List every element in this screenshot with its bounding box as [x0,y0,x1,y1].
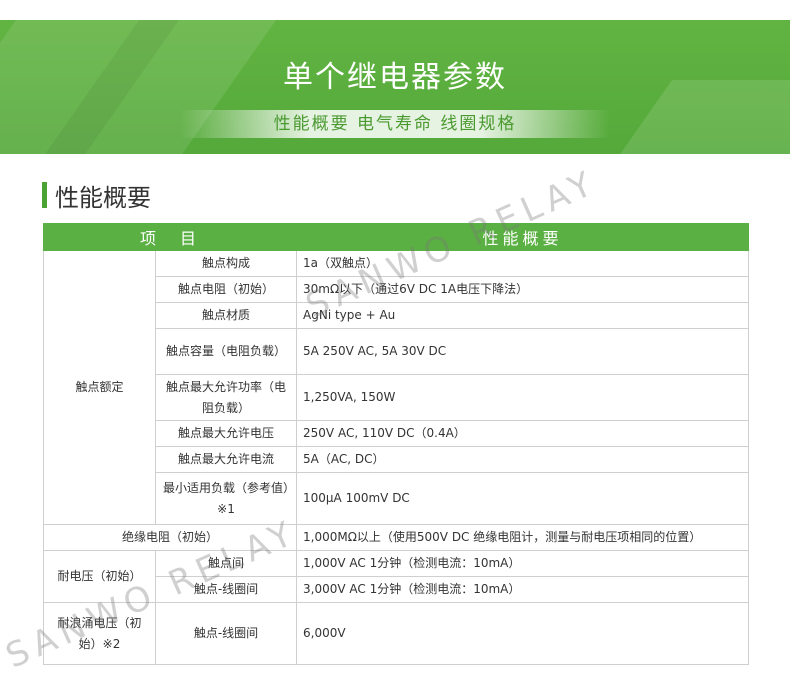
value-cell: 1,250VA, 150W [296,374,750,421]
header-banner: 单个继电器参数 性能概要 电气寿命 线圈规格 [0,20,790,154]
item-cell: 触点-线圈间 [154,576,298,603]
spec-table: 项 目 性能概要 触点额定 触点构成 1a（双触点） 触点电阻（初始） 30mΩ… [42,223,750,665]
table-row: 触点额定 触点构成 1a（双触点） [43,250,750,525]
item-cell: 触点-线圈间 [154,602,298,665]
item-cell: 触点最大允许电压 [154,420,298,447]
header-item: 项 目 [42,223,298,251]
value-cell: 5A 250V AC, 5A 30V DC [296,328,750,375]
value-cell: 1,000V AC 1分钟（检测电流：10mA） [296,550,750,577]
value-cell: 30mΩ以下（通过6V DC 1A电压下降法） [296,276,750,303]
item-cell: 触点容量（电阻负载） [154,328,298,375]
value-cell: AgNi type + Au [296,302,750,329]
table-row: 耐电压（初始） 触点间 1,000V AC 1分钟（检测电流：10mA） [43,550,750,603]
value-cell: 5A（AC, DC） [296,446,750,473]
item-cell: 触点材质 [154,302,298,329]
group-label: 绝缘电阻（初始） [42,524,298,551]
value-cell: 6,000V [296,602,750,665]
banner-title: 单个继电器参数 [283,60,507,95]
table-header-row: 项 目 性能概要 [42,223,750,251]
header-performance: 性能概要 [296,223,750,251]
item-cell: 触点最大允许电流 [154,446,298,473]
value-cell: 250V AC, 110V DC（0.4A） [296,420,750,447]
value-cell: 1,000MΩ以上（使用500V DC 绝缘电阻计，测量与耐电压项相同的位置） [296,524,750,551]
table-row: 耐浪涌电压（初始）※2 触点-线圈间 6,000V [43,602,750,665]
value-cell: 3,000V AC 1分钟（检测电流：10mA） [296,576,750,603]
value-cell: 1a（双触点） [296,250,750,277]
group-label: 触点额定 [43,250,156,525]
item-cell: 最小适用负载（参考值）※1 [154,472,298,525]
item-cell: 触点间 [154,550,298,577]
group-label: 耐电压（初始） [43,550,156,603]
heading-accent-bar [42,182,47,208]
table-row: 绝缘电阻（初始） 1,000MΩ以上（使用500V DC 绝缘电阻计，测量与耐电… [42,524,750,551]
value-cell: 100μA 100mV DC [296,472,750,525]
banner-subtitle: 性能概要 电气寿命 线圈规格 [180,110,610,138]
group-label: 耐浪涌电压（初始）※2 [43,602,156,665]
section-heading: 性能概要 [42,180,151,212]
item-cell: 触点构成 [154,250,298,277]
item-cell: 触点最大允许功率（电阻负载） [154,374,298,421]
item-cell: 触点电阻（初始） [154,276,298,303]
section-title: 性能概要 [55,183,151,212]
